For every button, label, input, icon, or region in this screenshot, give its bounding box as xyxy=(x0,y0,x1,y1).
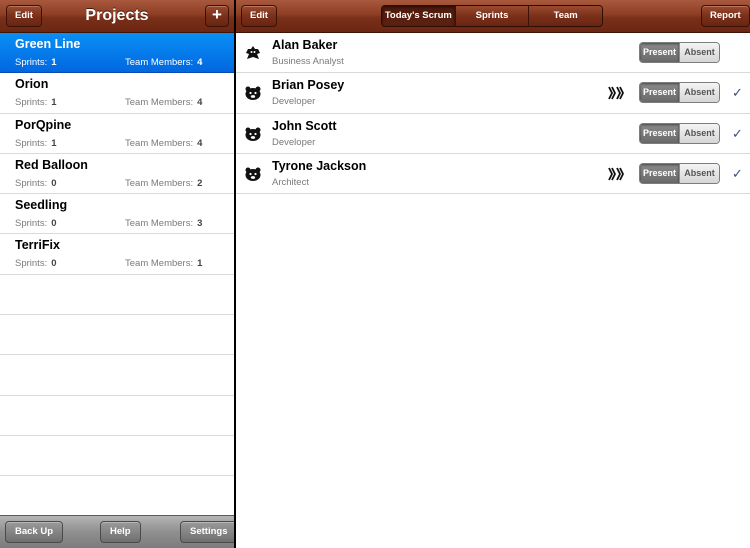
project-sprints: Sprints: 0 xyxy=(15,177,57,189)
member-name: Tyrone Jackson xyxy=(272,158,367,173)
project-name: Orion xyxy=(15,77,49,92)
project-members: Team Members: 3 xyxy=(125,218,203,230)
member-row[interactable]: Tyrone Jackson Architect Present Absent … xyxy=(236,154,750,195)
checkmark-icon: ✓ xyxy=(732,85,743,101)
detail-navbar: Edit Today's Scrum Sprints Team Report xyxy=(236,0,750,33)
project-row[interactable]: PorQpine Sprints: 1 Team Members: 4 xyxy=(0,113,234,154)
empty-row xyxy=(0,476,234,515)
project-sprints: Sprints: 1 xyxy=(15,57,57,68)
page-title: Projects xyxy=(85,7,149,24)
member-name: Alan Baker xyxy=(272,38,338,52)
scrum-master-icon xyxy=(608,167,624,181)
project-row[interactable]: Seedling Sprints: 0 Team Members: 3 xyxy=(0,194,234,235)
checkmark-icon: ✓ xyxy=(732,165,743,181)
member-role: Developer xyxy=(272,136,316,148)
member-list: Alan Baker Business Analyst Present Abse… xyxy=(236,33,750,195)
bottom-toolbar: Back Up Help Settings xyxy=(0,515,234,548)
bear-icon xyxy=(245,86,261,101)
absent-button[interactable]: Absent xyxy=(679,163,719,183)
member-name: John Scott xyxy=(272,118,337,133)
member-role: Developer xyxy=(272,96,316,108)
absent-button[interactable]: Absent xyxy=(679,43,719,62)
project-name: TerriFix xyxy=(15,238,60,253)
bear-icon xyxy=(245,127,261,141)
project-name: PorQpine xyxy=(15,117,72,132)
view-segmented-control: Today's Scrum Sprints Team xyxy=(381,5,603,27)
member-row[interactable]: Alan Baker Business Analyst Present Abse… xyxy=(236,33,750,74)
project-members: Team Members: 2 xyxy=(125,177,203,189)
help-button[interactable]: Help xyxy=(100,521,141,543)
project-sprints: Sprints: 0 xyxy=(15,258,57,270)
project-sprints: Sprints: 0 xyxy=(15,218,57,230)
empty-row xyxy=(0,355,234,396)
absent-button[interactable]: Absent xyxy=(679,123,719,143)
attendance-toggle: Present Absent xyxy=(639,162,720,184)
present-button[interactable]: Present xyxy=(640,123,679,143)
checkmark-icon: ✓ xyxy=(732,125,743,141)
tab-todays-scrum[interactable]: Today's Scrum xyxy=(382,6,455,26)
present-button[interactable]: Present xyxy=(640,163,679,183)
project-name: Green Line xyxy=(15,37,81,51)
member-role: Architect xyxy=(272,176,309,188)
empty-row xyxy=(0,436,234,477)
settings-button[interactable]: Settings xyxy=(180,521,234,543)
project-members: Team Members: 4 xyxy=(125,137,203,149)
bear-icon xyxy=(245,167,261,181)
project-sprints: Sprints: 1 xyxy=(15,97,57,109)
empty-row xyxy=(0,396,234,436)
project-members: Team Members: 4 xyxy=(125,57,203,68)
member-row[interactable]: John Scott Developer Present Absent ✓ xyxy=(236,114,750,154)
project-list: Green Line Sprints: 1 Team Members: 4 Orio… xyxy=(0,33,234,515)
present-button[interactable]: Present xyxy=(640,83,679,103)
empty-row xyxy=(0,315,234,356)
report-button[interactable]: Report xyxy=(701,5,750,27)
projects-pane: Edit Projects + Green Line Sprints: 1 Tea… xyxy=(0,0,234,548)
scrum-master-icon xyxy=(608,86,624,100)
back-up-button[interactable]: Back Up xyxy=(5,521,64,543)
bird-icon xyxy=(246,46,260,59)
project-name: Seedling xyxy=(15,198,68,213)
tab-team[interactable]: Team xyxy=(528,6,602,26)
project-row[interactable]: Orion Sprints: 1 Team Members: 4 xyxy=(0,73,234,114)
project-row[interactable]: Red Balloon Sprints: 0 Team Members: 2 xyxy=(0,153,234,195)
empty-row xyxy=(0,275,234,316)
add-project-button[interactable]: + xyxy=(205,5,229,27)
member-row[interactable]: Brian Posey Developer Present Absent ✓ xyxy=(236,73,750,114)
absent-button[interactable]: Absent xyxy=(679,83,719,103)
project-row[interactable]: Green Line Sprints: 1 Team Members: 4 xyxy=(0,33,234,74)
member-role: Business Analyst xyxy=(272,56,344,67)
project-detail-pane: Edit Today's Scrum Sprints Team Report A… xyxy=(236,0,750,548)
projects-navbar: Edit Projects + xyxy=(0,0,234,33)
present-button[interactable]: Present xyxy=(640,43,679,62)
project-members: Team Members: 1 xyxy=(125,258,203,270)
project-row[interactable]: TerriFix Sprints: 0 Team Members: 1 xyxy=(0,234,234,275)
project-sprints: Sprints: 1 xyxy=(15,137,57,149)
attendance-toggle: Present Absent xyxy=(639,122,720,144)
attendance-toggle: Present Absent xyxy=(639,42,720,63)
project-members: Team Members: 4 xyxy=(125,97,203,109)
edit-members-button[interactable]: Edit xyxy=(241,5,277,27)
project-name: Red Balloon xyxy=(15,157,88,172)
tab-sprints[interactable]: Sprints xyxy=(454,6,529,26)
attendance-toggle: Present Absent xyxy=(639,82,720,104)
plus-icon: + xyxy=(212,5,222,24)
member-name: Brian Posey xyxy=(272,78,345,93)
